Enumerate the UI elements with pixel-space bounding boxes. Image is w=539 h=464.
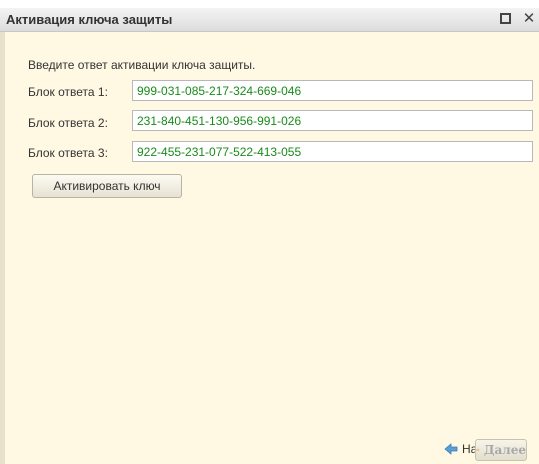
response-block-2-field[interactable]: 231-840-451-130-956-991-026 <box>132 110 533 131</box>
response-block-3-field[interactable]: 922-455-231-077-522-413-055 <box>132 141 533 162</box>
activation-prompt: Введите ответ активации ключа защиты. <box>28 58 256 72</box>
activate-key-button[interactable]: Активировать ключ <box>32 174 182 198</box>
response-block-1-label: Блок ответа 1: <box>28 85 108 99</box>
close-icon[interactable]: ✕ <box>521 11 537 27</box>
next-label: Далее <box>483 443 526 457</box>
dialog-content: Введите ответ активации ключа защиты. Бл… <box>0 32 539 464</box>
next-arrow-icon <box>476 448 480 452</box>
back-arrow-icon <box>444 443 458 455</box>
next-button[interactable]: Далее <box>475 439 527 461</box>
maximize-icon[interactable] <box>498 11 514 27</box>
response-block-3-label: Блок ответа 3: <box>28 146 108 160</box>
title-bar: Активация ключа защиты ✕ <box>0 8 539 32</box>
response-block-1-field[interactable]: 999-031-085-217-324-669-046 <box>132 80 533 101</box>
window-title: Активация ключа защиты <box>6 12 173 27</box>
response-block-2-label: Блок ответа 2: <box>28 116 108 130</box>
activation-window: Активация ключа защиты ✕ Введите ответ а… <box>0 0 539 464</box>
